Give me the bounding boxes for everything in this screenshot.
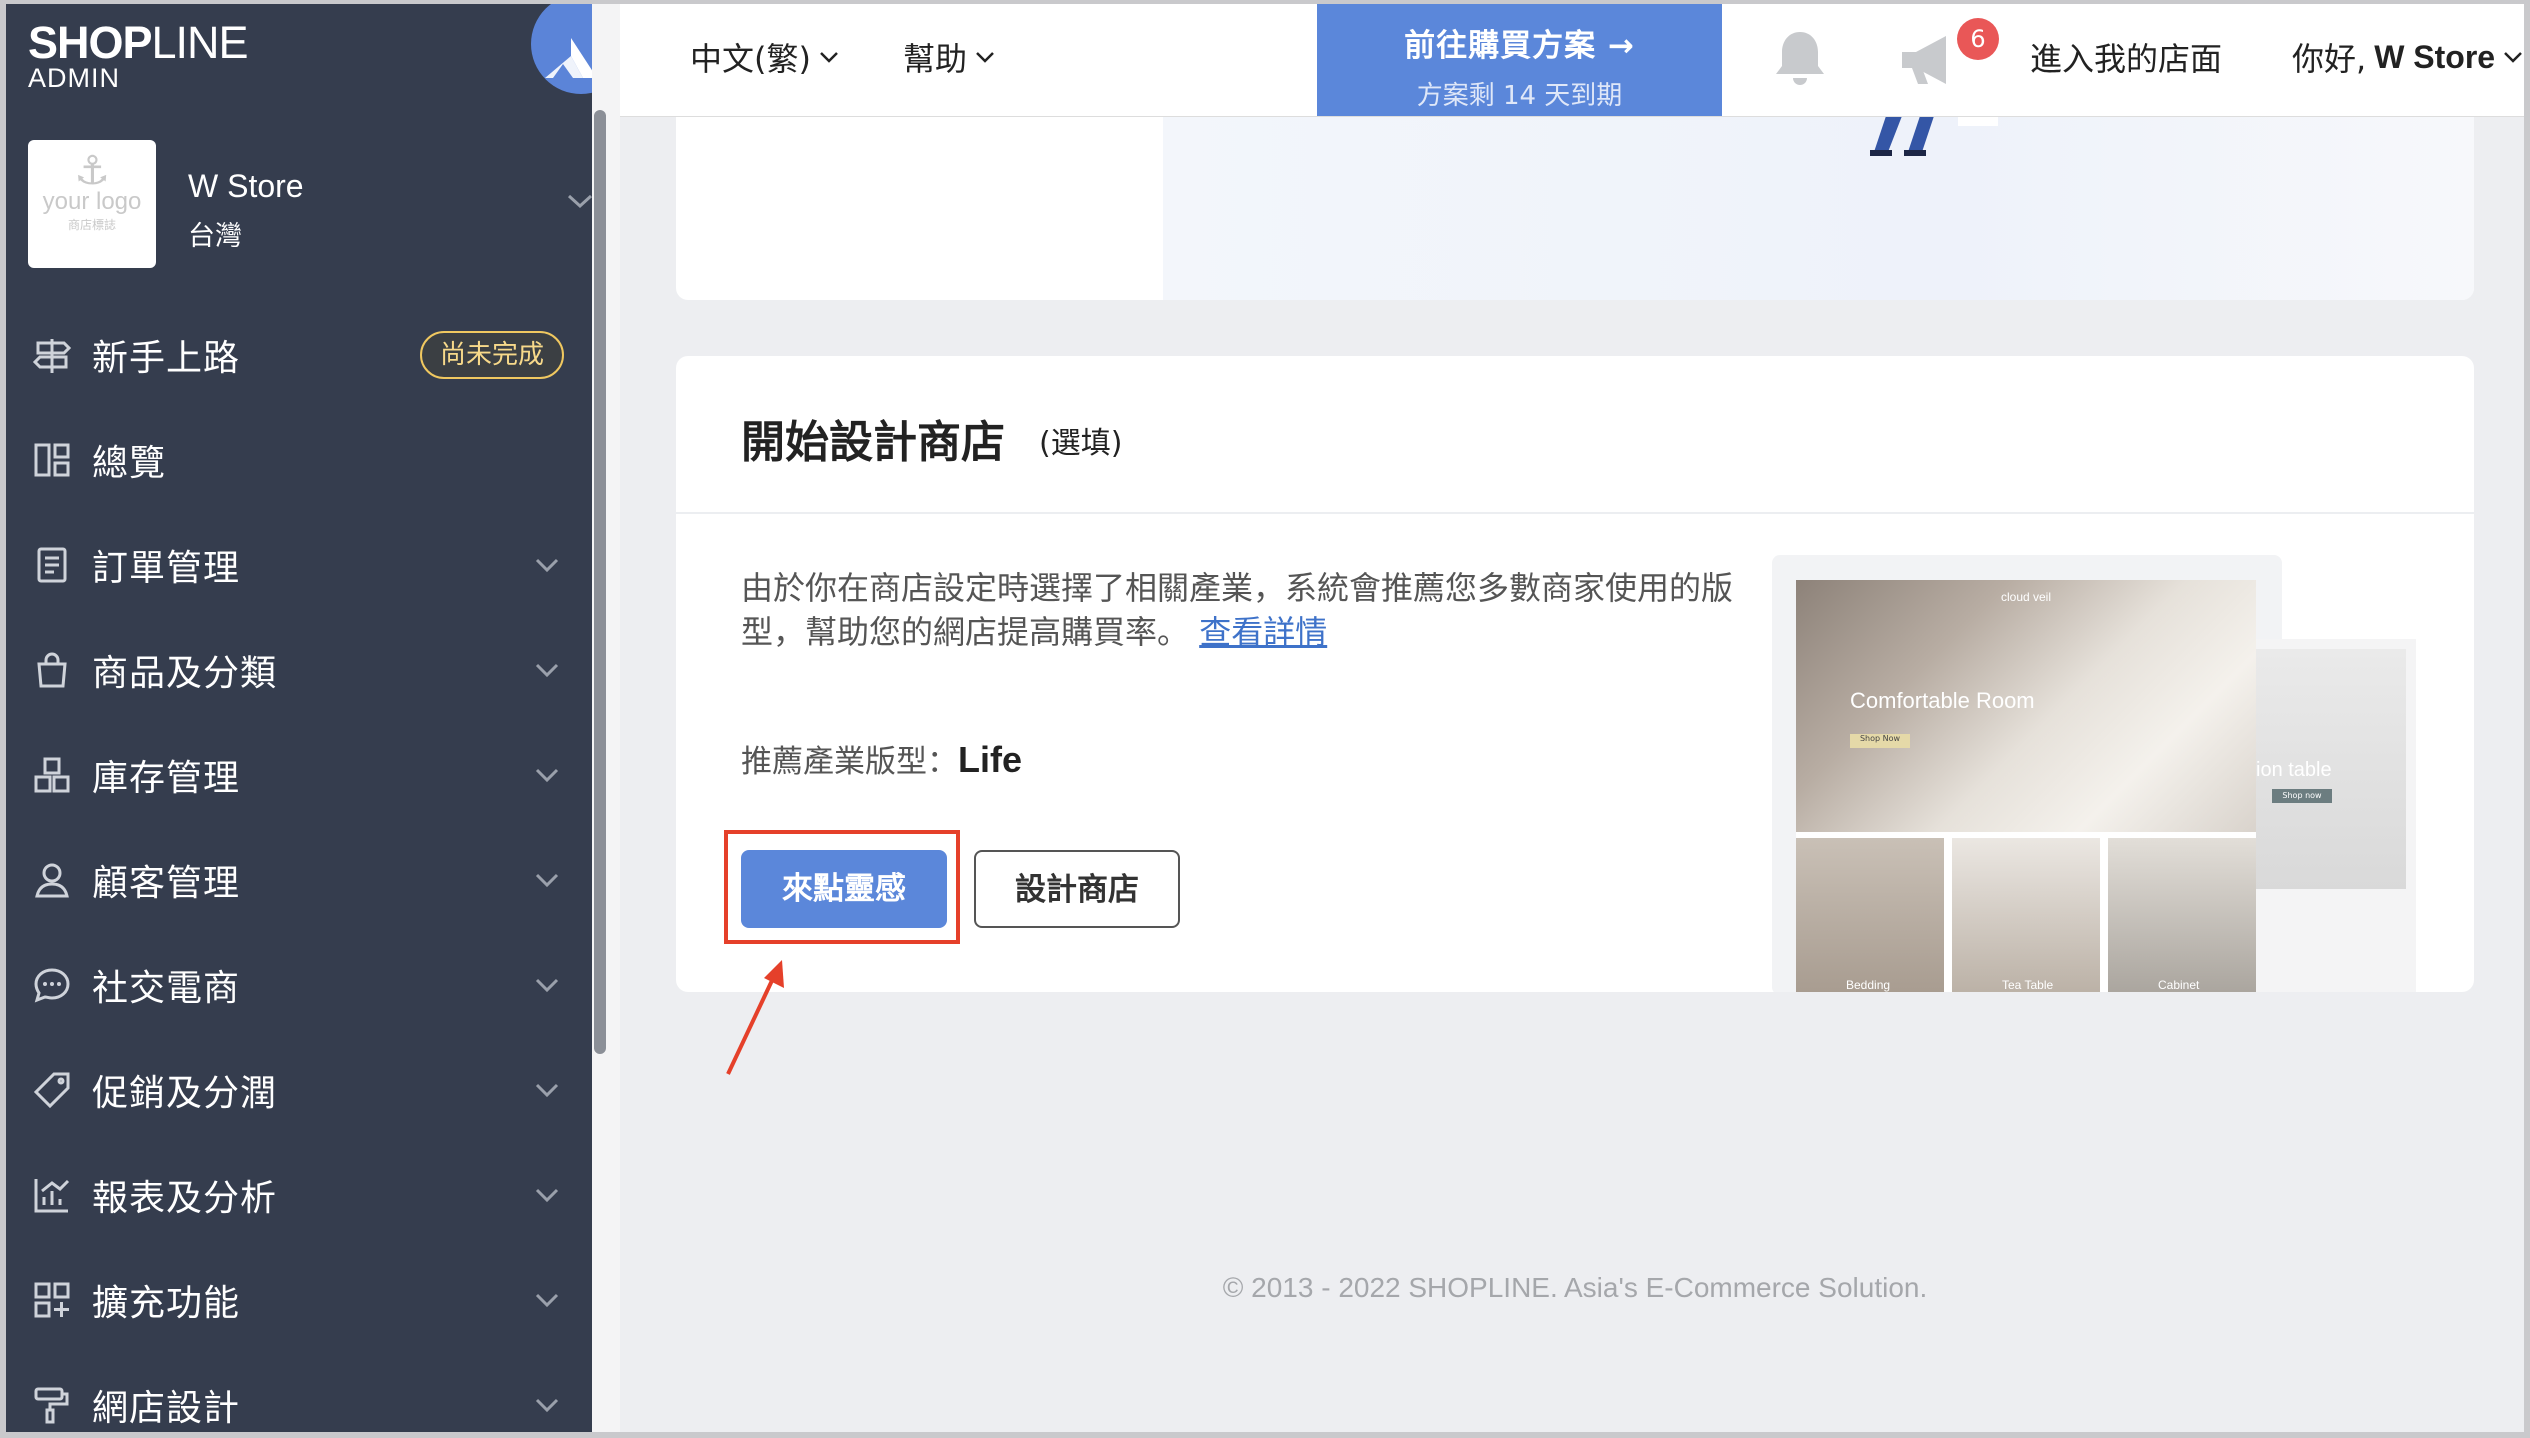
preview-tile: Bedding <box>1796 838 1944 992</box>
status-badge: 尚未完成 <box>420 330 565 379</box>
dashboard-icon <box>34 443 70 476</box>
chevron-down-icon <box>2504 52 2522 63</box>
sidebar-item-promotions[interactable]: 促銷及分潤 <box>6 1037 592 1142</box>
signpost-icon <box>32 338 72 373</box>
card-title: 開始設計商店 <box>741 417 1005 468</box>
user-icon <box>35 863 69 897</box>
sidebar-item-getting-started[interactable]: 新手上路 尚未完成 <box>6 302 592 407</box>
chevron-down-icon <box>535 1293 559 1307</box>
chart-icon <box>34 1178 70 1212</box>
chevron-down-icon[interactable] <box>566 192 592 210</box>
illustration-figure <box>1870 116 1998 156</box>
template-preview-mobile: ion table Shop now <box>2256 639 2416 992</box>
footer-copyright: © 2013 - 2022 SHOPLINE. Asia's E-Commerc… <box>1222 1272 1928 1303</box>
card-header: 開始設計商店 (選填) <box>676 356 2474 514</box>
illustration <box>1163 116 2474 300</box>
sidebar-item-orders[interactable]: 訂單管理 <box>6 512 592 617</box>
inventory-boxes-icon <box>34 757 70 792</box>
chevron-down-icon <box>535 558 559 572</box>
chat-bubble-icon <box>34 967 70 1002</box>
store-name: W Store <box>188 168 304 204</box>
shopline-logo[interactable]: SHOPOLINE ADMIN <box>28 20 249 93</box>
get-inspiration-button[interactable]: 來點靈感 <box>741 850 947 928</box>
account-menu[interactable]: 你好, W Store <box>2292 34 2523 80</box>
sidebar-item-store-design[interactable]: 網店設計 <box>6 1352 592 1438</box>
design-store-button[interactable]: 設計商店 <box>974 850 1180 928</box>
chevron-down-icon <box>535 663 559 677</box>
sidebar-collapse-button[interactable] <box>531 4 592 94</box>
previous-card <box>676 116 2474 300</box>
megaphone-icon[interactable] <box>1898 32 1964 88</box>
top-bar: 中文(繁) 幫助 前往購買方案 → 方案剩 14 天到期 6 進入我的店面 你好… <box>620 4 2524 117</box>
apps-grid-icon <box>34 1282 70 1317</box>
chevron-down-icon <box>535 1188 559 1202</box>
tag-icon <box>33 1072 70 1108</box>
store-logo: ⚓ your logo 商店標誌 <box>28 140 156 268</box>
preview-hero-image: cloud veil Comfortable Room Shop Now <box>1796 580 2256 832</box>
sidebar-nav: 新手上路 尚未完成 總覽 訂單管理 商品及分類 庫存管理 顧客管理 社交電商 促… <box>6 302 592 1438</box>
visit-store-link[interactable]: 進入我的店面 <box>2030 34 2222 80</box>
chevron-down-icon <box>976 52 994 63</box>
sidebar-item-extensions[interactable]: 擴充功能 <box>6 1247 592 1352</box>
details-link[interactable]: 查看詳情 <box>1199 613 1327 651</box>
shopping-bag-icon <box>37 652 67 687</box>
help-menu[interactable]: 幫助 <box>903 34 995 80</box>
sidebar-item-overview[interactable]: 總覽 <box>6 407 592 512</box>
preview-tile: Tea Table <box>1952 838 2100 992</box>
buy-plan-button[interactable]: 前往購買方案 → 方案剩 14 天到期 <box>1317 4 1722 116</box>
chevron-down-icon <box>535 1083 559 1097</box>
sidebar-item-reports[interactable]: 報表及分析 <box>6 1142 592 1247</box>
store-switcher[interactable]: ⚓ your logo 商店標誌 W Store 台灣 <box>28 140 592 270</box>
red-arrow-annotation <box>726 960 784 1075</box>
language-selector[interactable]: 中文(繁) <box>690 34 839 80</box>
order-list-icon <box>37 547 67 582</box>
description: 由於你在商店設定時選擇了相關產業，系統會推薦您多數商家使用的版型，幫助您的網店提… <box>741 569 1734 651</box>
recommended-template: 推薦產業版型：Life <box>741 739 1023 780</box>
sidebar-item-social-commerce[interactable]: 社交電商 <box>6 932 592 1037</box>
sidebar-item-inventory[interactable]: 庫存管理 <box>6 722 592 827</box>
chevron-down-icon <box>820 52 838 63</box>
sidebar-item-products[interactable]: 商品及分類 <box>6 617 592 722</box>
paint-roller-icon <box>34 1387 69 1423</box>
optional-label: (選填) <box>1039 426 1123 461</box>
sidebar-item-customers[interactable]: 顧客管理 <box>6 827 592 932</box>
store-region: 台灣 <box>188 221 242 252</box>
admin-label: ADMIN <box>28 63 120 93</box>
sidebar-scrollbar[interactable] <box>594 110 606 1054</box>
mountain-logo-icon <box>545 38 592 78</box>
chevron-down-icon <box>535 768 559 782</box>
chevron-down-icon <box>535 1398 559 1412</box>
sidebar: SHOPOLINE ADMIN ⚓ your logo 商店標誌 W Store… <box>6 4 592 1438</box>
chevron-down-icon <box>535 978 559 992</box>
chevron-down-icon <box>535 873 559 887</box>
design-store-card: 開始設計商店 (選填) 由於你在商店設定時選擇了相關產業，系統會推薦您多數商家使… <box>676 356 2474 992</box>
bell-icon[interactable] <box>1772 28 1828 88</box>
template-preview[interactable]: cloud veil Comfortable Room Shop Now Bed… <box>1796 580 2256 992</box>
notification-count-badge: 6 <box>1957 18 1999 60</box>
preview-tile: Cabinet <box>2108 838 2256 992</box>
